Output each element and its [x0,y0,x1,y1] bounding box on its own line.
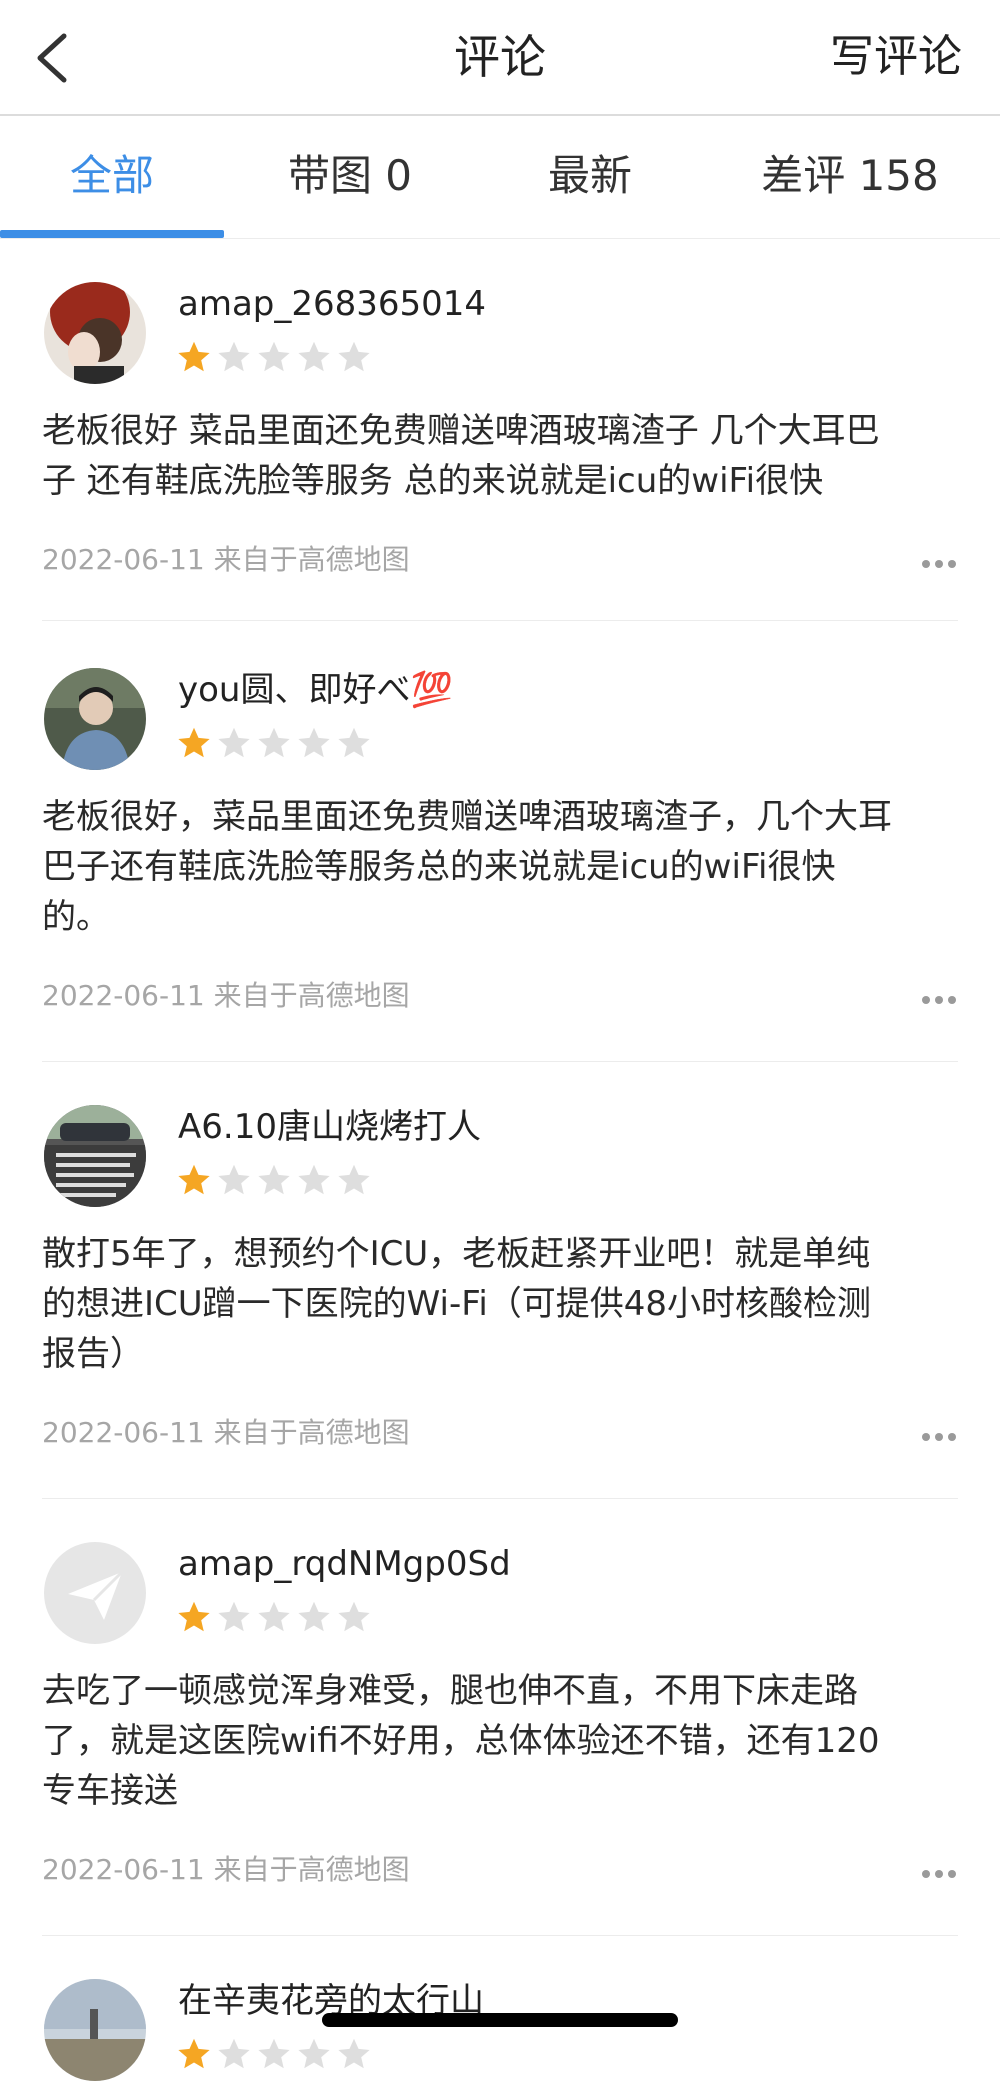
star-empty-icon [338,341,370,372]
star-empty-icon [218,341,250,372]
divider [42,1498,958,1499]
review-meta: 2022-06-11 来自于高德地图 [42,979,410,1012]
tab-all[interactable]: 全部 [0,116,224,238]
review-text: 老板很好 菜品里面还免费赠送啤酒玻璃渣子 几个大耳巴 子 还有鞋底洗脸等服务 总… [42,406,972,506]
avatar[interactable] [44,668,146,770]
review-text-line: 老板很好，菜品里面还免费赠送啤酒玻璃渣子，几个大耳 [42,797,892,837]
review-text-line: 了，就是这医院wifi不好用，总体体验还不错，还有120 [42,1721,880,1761]
divider [42,620,958,621]
username[interactable]: amap_268365014 [178,282,486,326]
avatar[interactable] [44,282,146,384]
star-rating [176,339,372,375]
more-options-icon[interactable] [922,996,956,1008]
review-text-line: 子 还有鞋底洗脸等服务 总的来说就是icu的wiFi很快 [42,461,824,501]
navigation-bar: 评论 写评论 [0,0,1000,116]
star-empty-icon [298,1164,330,1195]
home-indicator [322,2013,678,2027]
review-text-line: 专车接送 [42,1771,178,1811]
review-text-line: 老板很好 菜品里面还免费赠送啤酒玻璃渣子 几个大耳巴 [42,411,880,451]
star-empty-icon [258,1164,290,1195]
review-text: 去吃了一顿感觉浑身难受，腿也伸不直，不用下床走路 了，就是这医院wifi不好用，… [42,1666,972,1816]
review-text: 老板很好，菜品里面还免费赠送啤酒玻璃渣子，几个大耳 巴子还有鞋底洗脸等服务总的来… [42,792,972,942]
tab-with-photos[interactable]: 带图 0 [250,116,450,238]
star-rating [176,2036,372,2072]
star-filled-icon [178,341,210,372]
more-options-icon[interactable] [922,1433,956,1445]
tab-latest[interactable]: 最新 [490,116,690,238]
write-review-button[interactable]: 写评论 [830,24,962,90]
star-empty-icon [338,1164,370,1195]
star-empty-icon [338,2038,370,2069]
star-empty-icon [258,2038,290,2069]
review-meta: 2022-06-11 来自于高德地图 [42,543,410,576]
star-empty-icon [258,341,290,372]
star-empty-icon [298,2038,330,2069]
more-options-icon[interactable] [922,560,956,572]
review-text-line: 报告） [42,1334,144,1374]
avatar[interactable] [44,1979,146,2081]
username[interactable]: A6.10唐山烧烤打人 [178,1105,481,1149]
divider [42,1061,958,1062]
tab-bar: 全部 带图 0 最新 差评 158 [0,116,1000,239]
star-filled-icon [178,1164,210,1195]
review-text-line: 巴子还有鞋底洗脸等服务总的来说就是icu的wiFi很快 [42,847,836,887]
review-text-line: 散打5年了，想预约个ICU，老板赶紧开业吧！就是单纯 [42,1234,871,1274]
star-empty-icon [298,727,330,758]
star-empty-icon [218,2038,250,2069]
star-empty-icon [258,727,290,758]
more-options-icon[interactable] [922,1870,956,1882]
star-empty-icon [218,1601,250,1632]
active-tab-indicator [0,230,224,238]
avatar[interactable] [44,1105,146,1207]
avatar[interactable] [44,1542,146,1644]
review-text-line: 去吃了一顿感觉浑身难受，腿也伸不直，不用下床走路 [42,1671,858,1711]
review-text-line: 的想进ICU蹭一下医院的Wi-Fi（可提供48小时核酸检测 [42,1284,872,1324]
star-empty-icon [338,727,370,758]
review-meta: 2022-06-11 来自于高德地图 [42,1416,410,1449]
username[interactable]: amap_rqdNMgp0Sd [178,1542,511,1586]
star-rating [176,1599,372,1635]
star-filled-icon [178,727,210,758]
star-empty-icon [298,341,330,372]
star-empty-icon [258,1601,290,1632]
star-rating [176,1162,372,1198]
review-text: 散打5年了，想预约个ICU，老板赶紧开业吧！就是单纯 的想进ICU蹭一下医院的W… [42,1229,972,1379]
star-filled-icon [178,1601,210,1632]
star-filled-icon [178,2038,210,2069]
review-text-line: 的。 [42,897,110,937]
star-empty-icon [218,727,250,758]
star-rating [176,725,372,761]
divider [42,1935,958,1936]
username[interactable]: you圆、即好べ💯 [178,668,453,712]
review-meta: 2022-06-11 来自于高德地图 [42,1853,410,1886]
tab-negative[interactable]: 差评 158 [745,116,955,238]
star-empty-icon [298,1601,330,1632]
star-empty-icon [218,1164,250,1195]
star-empty-icon [338,1601,370,1632]
